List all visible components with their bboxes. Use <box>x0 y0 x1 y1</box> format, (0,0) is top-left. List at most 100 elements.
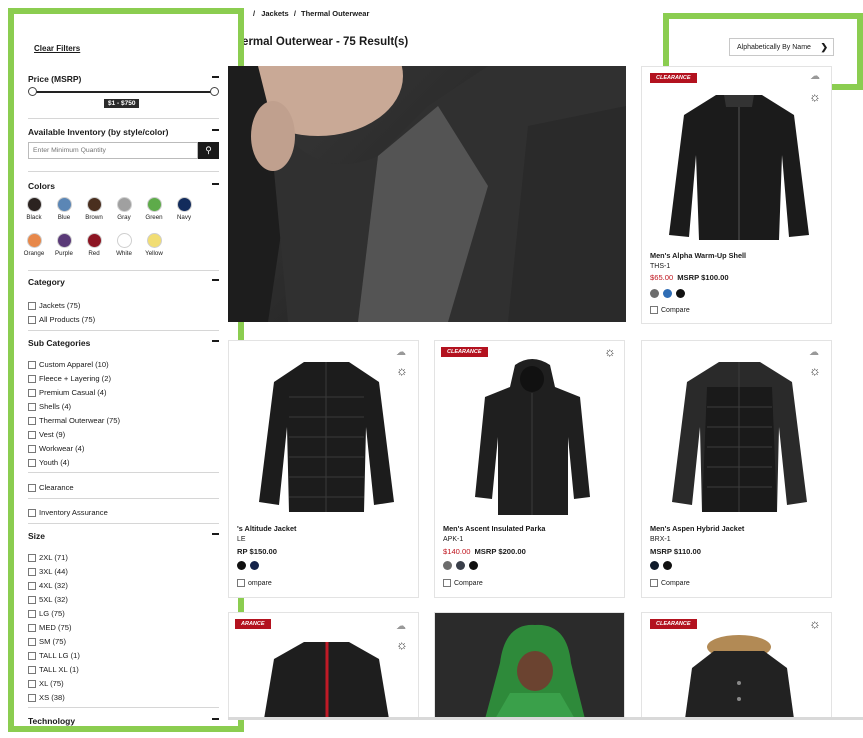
min-quantity-input[interactable] <box>28 142 198 159</box>
collapse-icon[interactable] <box>212 129 219 131</box>
checkbox[interactable] <box>28 567 36 576</box>
clear-filters-link[interactable]: Clear Filters <box>34 44 80 53</box>
color-swatch-red[interactable]: Red <box>81 233 107 257</box>
color-dot[interactable] <box>650 561 659 570</box>
color-dot[interactable] <box>443 561 452 570</box>
product-image[interactable] <box>475 623 595 718</box>
color-dot[interactable] <box>456 561 465 570</box>
size-option[interactable]: XS (38) <box>28 693 65 702</box>
compare-checkbox[interactable]: Compare <box>650 579 690 587</box>
clearance-option[interactable]: Clearance <box>28 483 74 492</box>
checkbox[interactable] <box>443 579 451 587</box>
collapse-icon[interactable] <box>212 718 219 720</box>
product-name[interactable]: 's Altitude Jacket <box>237 524 296 533</box>
swatch-dot[interactable] <box>86 197 102 212</box>
category-option[interactable]: All Products (75) <box>28 315 95 324</box>
swatch-dot[interactable] <box>56 233 72 248</box>
color-dot[interactable] <box>650 289 659 298</box>
price-slider-track[interactable] <box>32 91 216 93</box>
compare-checkbox[interactable]: ompare <box>237 579 272 587</box>
size-option[interactable]: XL (75) <box>28 679 64 688</box>
color-swatch-navy[interactable]: Navy <box>171 197 197 221</box>
category-option[interactable]: Jackets (75) <box>28 301 80 310</box>
color-dot[interactable] <box>237 561 246 570</box>
product-card[interactable]: ☁ ☼ 's Altitude Jacket LE RP $150.00 omp… <box>228 340 419 598</box>
color-swatch-black[interactable]: Black <box>21 197 47 221</box>
product-image[interactable] <box>470 357 595 517</box>
product-card[interactable]: CLEARANCE ☼ <box>641 612 832 718</box>
product-card[interactable]: ☁ ☼ Men's Aspen Hybrid Jacket BRX-1 MSRP… <box>641 340 832 598</box>
checkbox[interactable] <box>28 430 36 439</box>
inventory-assurance-option[interactable]: Inventory Assurance <box>28 508 108 517</box>
collapse-icon[interactable] <box>212 183 219 185</box>
checkbox[interactable] <box>28 301 36 310</box>
color-swatch-green[interactable]: Green <box>141 197 167 221</box>
subcategory-option[interactable]: Shells (4) <box>28 402 71 411</box>
checkbox[interactable] <box>237 579 245 587</box>
subcategory-option[interactable]: Fleece + Layering (2) <box>28 374 111 383</box>
color-dot[interactable] <box>676 289 685 298</box>
color-dot[interactable] <box>250 561 259 570</box>
color-swatch-orange[interactable]: Orange <box>21 233 47 257</box>
checkbox[interactable] <box>28 693 36 702</box>
product-card[interactable] <box>434 612 625 718</box>
swatch-dot[interactable] <box>86 233 102 248</box>
price-slider-min-handle[interactable] <box>28 87 37 96</box>
product-image[interactable] <box>667 357 812 517</box>
collapse-icon[interactable] <box>212 279 219 281</box>
checkbox[interactable] <box>28 508 36 517</box>
checkbox[interactable] <box>28 458 36 467</box>
product-image[interactable] <box>259 637 394 718</box>
size-option[interactable]: 2XL (71) <box>28 553 68 562</box>
size-option[interactable]: LG (75) <box>28 609 65 618</box>
collapse-icon[interactable] <box>212 76 219 78</box>
swatch-dot[interactable] <box>146 197 162 212</box>
size-option[interactable]: MED (75) <box>28 623 72 632</box>
color-swatch-white[interactable]: White <box>111 233 137 257</box>
subcategory-option[interactable]: Youth (4) <box>28 458 70 467</box>
checkbox[interactable] <box>28 374 36 383</box>
size-option[interactable]: TALL LG (1) <box>28 651 80 660</box>
subcategory-option[interactable]: Vest (9) <box>28 430 65 439</box>
breadcrumb-link-jackets[interactable]: Jackets <box>261 9 289 18</box>
size-option[interactable]: TALL XL (1) <box>28 665 79 674</box>
product-image[interactable] <box>664 85 814 245</box>
swatch-dot[interactable] <box>146 233 162 248</box>
checkbox[interactable] <box>28 483 36 492</box>
color-swatch-yellow[interactable]: Yellow <box>141 233 167 257</box>
color-swatch-gray[interactable]: Gray <box>111 197 137 221</box>
checkbox[interactable] <box>28 609 36 618</box>
color-swatch-blue[interactable]: Blue <box>51 197 77 221</box>
checkbox[interactable] <box>28 444 36 453</box>
product-card[interactable]: ARANCE ☁ ☼ <box>228 612 419 718</box>
subcategory-option[interactable]: Thermal Outerwear (75) <box>28 416 120 425</box>
swatch-dot[interactable] <box>116 233 132 248</box>
checkbox[interactable] <box>650 306 658 314</box>
size-option[interactable]: 3XL (44) <box>28 567 68 576</box>
product-name[interactable]: Men's Ascent Insulated Parka <box>443 524 545 533</box>
compare-checkbox[interactable]: Compare <box>650 306 690 314</box>
product-image[interactable] <box>682 633 797 718</box>
size-option[interactable]: 5XL (32) <box>28 595 68 604</box>
product-image[interactable] <box>254 357 399 517</box>
swatch-dot[interactable] <box>26 197 42 212</box>
checkbox[interactable] <box>28 651 36 660</box>
subcategory-option[interactable]: Premium Casual (4) <box>28 388 107 397</box>
collapse-icon[interactable] <box>212 533 219 535</box>
size-option[interactable]: 4XL (32) <box>28 581 68 590</box>
product-card[interactable]: CLEARANCE ☁ ☼ Men's Alpha Warm-Up Shell … <box>641 66 832 324</box>
subcategory-option[interactable]: Workwear (4) <box>28 444 84 453</box>
checkbox[interactable] <box>28 623 36 632</box>
swatch-dot[interactable] <box>26 233 42 248</box>
checkbox[interactable] <box>28 416 36 425</box>
product-name[interactable]: Men's Alpha Warm-Up Shell <box>650 251 746 260</box>
size-option[interactable]: SM (75) <box>28 637 66 646</box>
checkbox[interactable] <box>28 553 36 562</box>
subcategory-option[interactable]: Custom Apparel (10) <box>28 360 109 369</box>
product-card[interactable]: CLEARANCE ☼ Men's Ascent Insulated Parka… <box>434 340 625 598</box>
checkbox[interactable] <box>28 315 36 324</box>
color-dot[interactable] <box>663 561 672 570</box>
checkbox[interactable] <box>28 679 36 688</box>
checkbox[interactable] <box>28 595 36 604</box>
swatch-dot[interactable] <box>56 197 72 212</box>
